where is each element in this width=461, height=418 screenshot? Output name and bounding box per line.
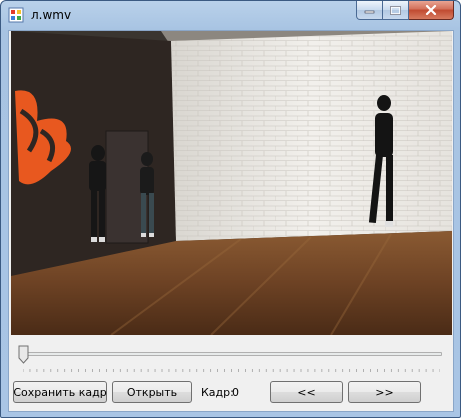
window-title: л.wmv — [31, 8, 72, 22]
video-frame[interactable] — [11, 31, 452, 335]
frame-label: Кадр: — [201, 386, 234, 399]
slider-ticks — [23, 369, 440, 372]
frame-value: 0 — [232, 386, 239, 399]
client-area: Сохранить кадр Открыть Кадр: 0 << >> — [8, 30, 454, 412]
maximize-button[interactable] — [383, 1, 409, 20]
minimize-icon — [364, 10, 375, 14]
close-icon — [425, 5, 437, 15]
frame-slider[interactable] — [11, 339, 452, 375]
app-window-icon — [8, 7, 24, 23]
save-frame-button[interactable]: Сохранить кадр — [13, 381, 107, 403]
slider-track — [21, 352, 442, 356]
caption-buttons — [356, 1, 454, 20]
minimize-button[interactable] — [356, 1, 383, 20]
prev-frame-button[interactable]: << — [270, 381, 343, 403]
slider-thumb[interactable] — [18, 345, 29, 364]
maximize-icon — [390, 5, 401, 15]
close-button[interactable] — [409, 1, 454, 20]
main-window: л.wmv Сохранить кадр Открыть Кадр: 0 << … — [0, 0, 461, 418]
title-bar[interactable]: л.wmv — [1, 1, 460, 29]
next-frame-button[interactable]: >> — [348, 381, 421, 403]
open-button[interactable]: Открыть — [112, 381, 192, 403]
